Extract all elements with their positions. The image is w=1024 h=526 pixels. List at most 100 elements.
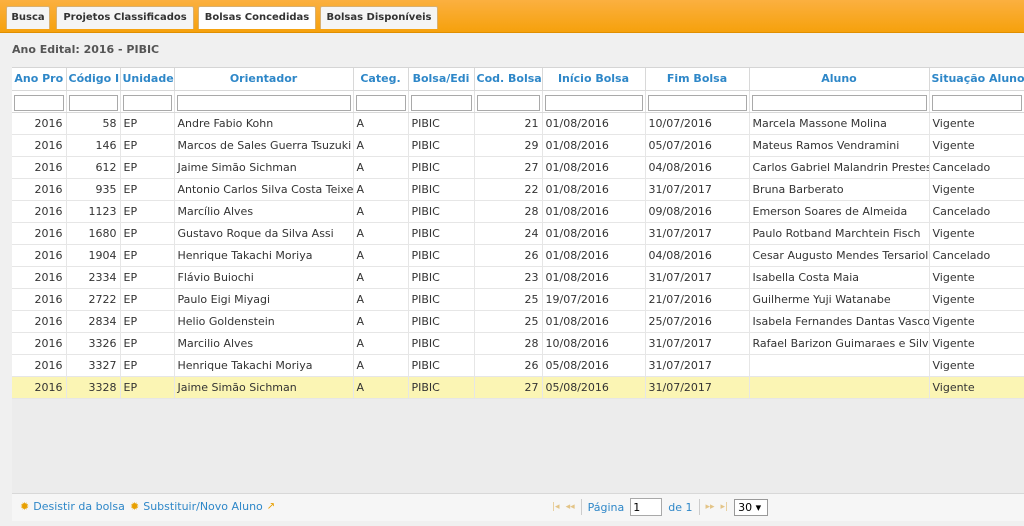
- table-row[interactable]: 2016 612 EP Jaime Simão Sichman A PIBIC 27 01/0…: [12, 156, 1024, 179]
- tab-busca[interactable]: Busca: [6, 6, 50, 29]
- table-cell: 10/08/2016: [542, 332, 646, 355]
- substituir-label: Substituir/Novo Aluno: [143, 500, 263, 513]
- table-row[interactable]: 2016 1680 EP Gustavo Roque da Silva Assi A PI…: [12, 222, 1024, 245]
- column-filter-input[interactable]: [647, 95, 747, 112]
- column-header[interactable]: Código I: [66, 68, 121, 91]
- page-label: Página: [587, 500, 625, 514]
- table-cell: Emerson Soares de Almeida: [749, 200, 930, 223]
- table-cell: 2722: [66, 288, 121, 311]
- table-cell: 2016: [12, 266, 67, 289]
- grid-body: 2016 58 EP Andre Fabio Kohn A PIBIC 21 01/08/20…: [12, 112, 1024, 399]
- last-page-icon[interactable]: ▸|: [721, 502, 729, 512]
- table-cell: 01/08/2016: [542, 134, 646, 157]
- table-cell: 01/08/2016: [542, 156, 646, 179]
- table-cell: Marcela Massone Molina: [749, 112, 930, 135]
- column-filter-input[interactable]: [476, 95, 540, 112]
- table-row[interactable]: 2016 58 EP Andre Fabio Kohn A PIBIC 21 01/08/20…: [12, 112, 1024, 135]
- column-filter-input[interactable]: [355, 95, 406, 112]
- table-cell: 2016: [12, 244, 67, 267]
- table-row[interactable]: 2016 2334 EP Flávio Buiochi A PIBIC 23 01/08/20…: [12, 266, 1024, 289]
- page-input[interactable]: [630, 498, 663, 516]
- column-header[interactable]: Categ.: [353, 68, 409, 91]
- column-header[interactable]: Ano Pro: [12, 68, 67, 91]
- tab-projetos-classificados[interactable]: Projetos Classificados: [56, 6, 194, 29]
- column-header[interactable]: Orientador: [174, 68, 354, 91]
- column-header[interactable]: Situação Aluno: [929, 68, 1024, 91]
- table-row[interactable]: 2016 1904 EP Henrique Takachi Moriya A PIBIC 2…: [12, 244, 1024, 267]
- page-size-value: 30: [738, 500, 753, 514]
- column-filter-input[interactable]: [544, 95, 643, 112]
- column-filter-input[interactable]: [14, 95, 64, 112]
- table-row[interactable]: 2016 2834 EP Helio Goldenstein A PIBIC 25 01/08…: [12, 310, 1024, 333]
- table-row[interactable]: 2016 1123 EP Marcílio Alves A PIBIC 28 01/08/20…: [12, 200, 1024, 223]
- next-page-icon[interactable]: ▸▸: [706, 502, 715, 512]
- column-header[interactable]: Unidade: [120, 68, 175, 91]
- table-cell: A: [353, 156, 409, 179]
- table-row[interactable]: 2016 2722 EP Paulo Eigi Miyagi A PIBIC 25 19/07…: [12, 288, 1024, 311]
- table-cell: A: [353, 266, 409, 289]
- table-cell: 146: [66, 134, 121, 157]
- filter-cell: [12, 90, 67, 113]
- column-header[interactable]: Aluno: [749, 68, 930, 91]
- table-cell: A: [353, 354, 409, 377]
- table-cell: EP: [120, 200, 175, 223]
- table-cell: 2016: [12, 222, 67, 245]
- column-filter-input[interactable]: [176, 95, 351, 112]
- filter-cell: [474, 90, 543, 113]
- table-cell: Marcilio Alves: [174, 332, 354, 355]
- table-cell: 1904: [66, 244, 121, 267]
- table-cell: 2016: [12, 200, 67, 223]
- table-row[interactable]: 2016 3328 EP Jaime Simão Sichman A PIBIC 27 05/…: [12, 376, 1024, 399]
- table-cell: Henrique Takachi Moriya: [174, 244, 354, 267]
- tab-bolsas-disponiveis[interactable]: Bolsas Disponíveis: [320, 6, 438, 29]
- table-cell: Paulo Eigi Miyagi: [174, 288, 354, 311]
- table-cell: [749, 354, 930, 377]
- column-header[interactable]: Bolsa/Edi: [408, 68, 475, 91]
- table-row[interactable]: 2016 3327 EP Henrique Takachi Moriya A PIBIC 2…: [12, 354, 1024, 377]
- filter-cell: [120, 90, 175, 113]
- table-cell: Cancelado: [929, 244, 1024, 267]
- page-size-select[interactable]: 30 ▾: [734, 498, 769, 516]
- table-cell: A: [353, 200, 409, 223]
- column-filter-input[interactable]: [931, 95, 1022, 112]
- first-page-icon[interactable]: |◂: [552, 502, 560, 512]
- table-cell: 2016: [12, 134, 67, 157]
- filter-cell: [408, 90, 475, 113]
- table-row[interactable]: 2016 935 EP Antonio Carlos Silva Costa Teix…: [12, 178, 1024, 201]
- table-cell: 26: [474, 354, 543, 377]
- substituir-button[interactable]: ✹ Substituir/Novo Aluno ↗: [130, 500, 275, 513]
- column-filter-input[interactable]: [68, 95, 118, 112]
- table-cell: PIBIC: [408, 156, 475, 179]
- tab-bolsas-concedidas[interactable]: Bolsas Concedidas: [198, 6, 316, 29]
- table-cell: PIBIC: [408, 178, 475, 201]
- table-cell: PIBIC: [408, 288, 475, 311]
- column-header[interactable]: Cod. Bolsa: [474, 68, 543, 91]
- table-cell: Vigente: [929, 376, 1024, 399]
- table-cell: A: [353, 244, 409, 267]
- filter-cell: [645, 90, 750, 113]
- table-cell: 01/08/2016: [542, 266, 646, 289]
- table-cell: 31/07/2017: [645, 266, 750, 289]
- table-cell: Flávio Buiochi: [174, 266, 354, 289]
- column-filter-input[interactable]: [751, 95, 927, 112]
- table-cell: Guilherme Yuji Watanabe: [749, 288, 930, 311]
- column-filter-input[interactable]: [122, 95, 172, 112]
- desistir-button[interactable]: ✹ Desistir da bolsa: [20, 500, 125, 513]
- table-cell: PIBIC: [408, 200, 475, 223]
- table-cell: Helio Goldenstein: [174, 310, 354, 333]
- table-cell: 01/08/2016: [542, 310, 646, 333]
- table-cell: A: [353, 178, 409, 201]
- table-row[interactable]: 2016 146 EP Marcos de Sales Guerra Tsuzuki A…: [12, 134, 1024, 157]
- table-cell: Cesar Augusto Mendes Tersariol: [749, 244, 930, 267]
- table-cell: 01/08/2016: [542, 222, 646, 245]
- prev-page-icon[interactable]: ◂◂: [566, 502, 575, 512]
- column-header[interactable]: Início Bolsa: [542, 68, 646, 91]
- table-cell: EP: [120, 134, 175, 157]
- filter-cell: [749, 90, 930, 113]
- column-header[interactable]: Fim Bolsa: [645, 68, 750, 91]
- table-cell: Vigente: [929, 332, 1024, 355]
- table-cell: 2016: [12, 354, 67, 377]
- column-filter-input[interactable]: [410, 95, 472, 112]
- table-cell: 10/07/2016: [645, 112, 750, 135]
- table-row[interactable]: 2016 3326 EP Marcilio Alves A PIBIC 28 10/08/20…: [12, 332, 1024, 355]
